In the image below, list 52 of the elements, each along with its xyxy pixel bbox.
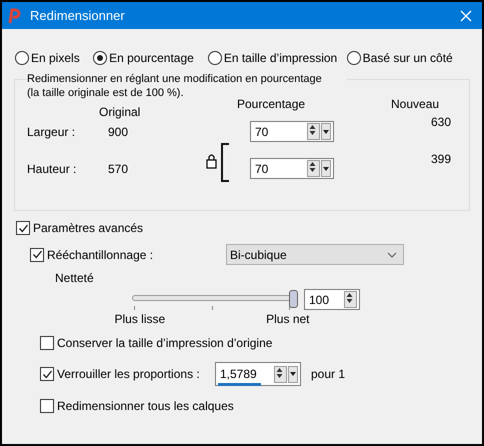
mode-radio[interactable]: En pixels <box>15 51 94 65</box>
new-value: 630 <box>431 114 452 128</box>
checkbox[interactable] <box>16 221 30 235</box>
dropdown-button[interactable] <box>321 160 331 177</box>
window-title: Redimensionner <box>30 8 126 23</box>
checkbox[interactable] <box>40 399 54 413</box>
check-icon <box>18 222 28 234</box>
dimension-label: Hauteur : <box>27 162 76 176</box>
chevron-icon <box>387 252 397 258</box>
ratio-field[interactable]: 1,5789 <box>215 362 301 386</box>
dimension-label: Largeur : <box>27 124 76 138</box>
sharpness-label: Netteté <box>55 271 94 285</box>
percentage-field[interactable]: 70 <box>250 158 334 179</box>
checkbox-label: Paramètres avancés <box>33 221 144 235</box>
caret-icon <box>290 372 296 376</box>
spin-buttons[interactable] <box>307 123 320 140</box>
caret-icon <box>323 166 329 170</box>
lock-link-drawing[interactable] <box>205 142 231 184</box>
check-icon <box>42 368 52 380</box>
original-value: 900 <box>108 124 128 138</box>
dropdown-button[interactable] <box>321 123 331 140</box>
checkbox-label: Conserver la taille d’impression d’origine <box>57 336 272 350</box>
percentage-field[interactable]: 70 <box>250 121 334 142</box>
checkbox-label: Verrouiller les proportions : <box>57 367 200 381</box>
mode-radio[interactable]: En taille d’impression <box>208 51 347 65</box>
checkbox[interactable] <box>30 248 44 262</box>
column-header: Pourcentage <box>237 97 306 111</box>
check-icon <box>32 249 42 260</box>
spin-buttons[interactable] <box>307 160 320 177</box>
max-label: Plus net <box>266 312 310 326</box>
checkbox-label: Redimensionner tous les calques <box>57 399 234 413</box>
mode-radio[interactable]: En pourcentage <box>93 51 208 65</box>
slider-thumb[interactable] <box>289 290 298 308</box>
caret-icon <box>323 130 329 134</box>
resample-dropdown[interactable]: Bi-cubique <box>226 244 404 265</box>
original-value: 570 <box>108 162 128 176</box>
new-value: 399 <box>431 152 452 166</box>
ratio-suffix: pour 1 <box>311 367 346 381</box>
column-header: Nouveau <box>391 97 440 111</box>
group-description: Redimensionner en réglant une modification en pourcentage (la taille originale est de 100 %). <box>27 72 347 100</box>
spin-buttons[interactable] <box>274 366 287 382</box>
checkbox[interactable] <box>40 367 54 381</box>
column-header: Original <box>99 105 140 119</box>
close-icon[interactable] <box>460 10 472 22</box>
app-icon <box>8 8 22 24</box>
min-label: Plus lisse <box>114 312 166 326</box>
dropdown-button[interactable] <box>288 366 298 382</box>
checkbox[interactable] <box>40 336 54 350</box>
checkbox-label: Rééchantillonnage : <box>47 248 154 262</box>
mode-radio[interactable]: Basé sur un côté <box>346 51 472 65</box>
spin-buttons[interactable] <box>344 291 357 308</box>
sharpness-field[interactable]: 100 <box>304 289 360 310</box>
